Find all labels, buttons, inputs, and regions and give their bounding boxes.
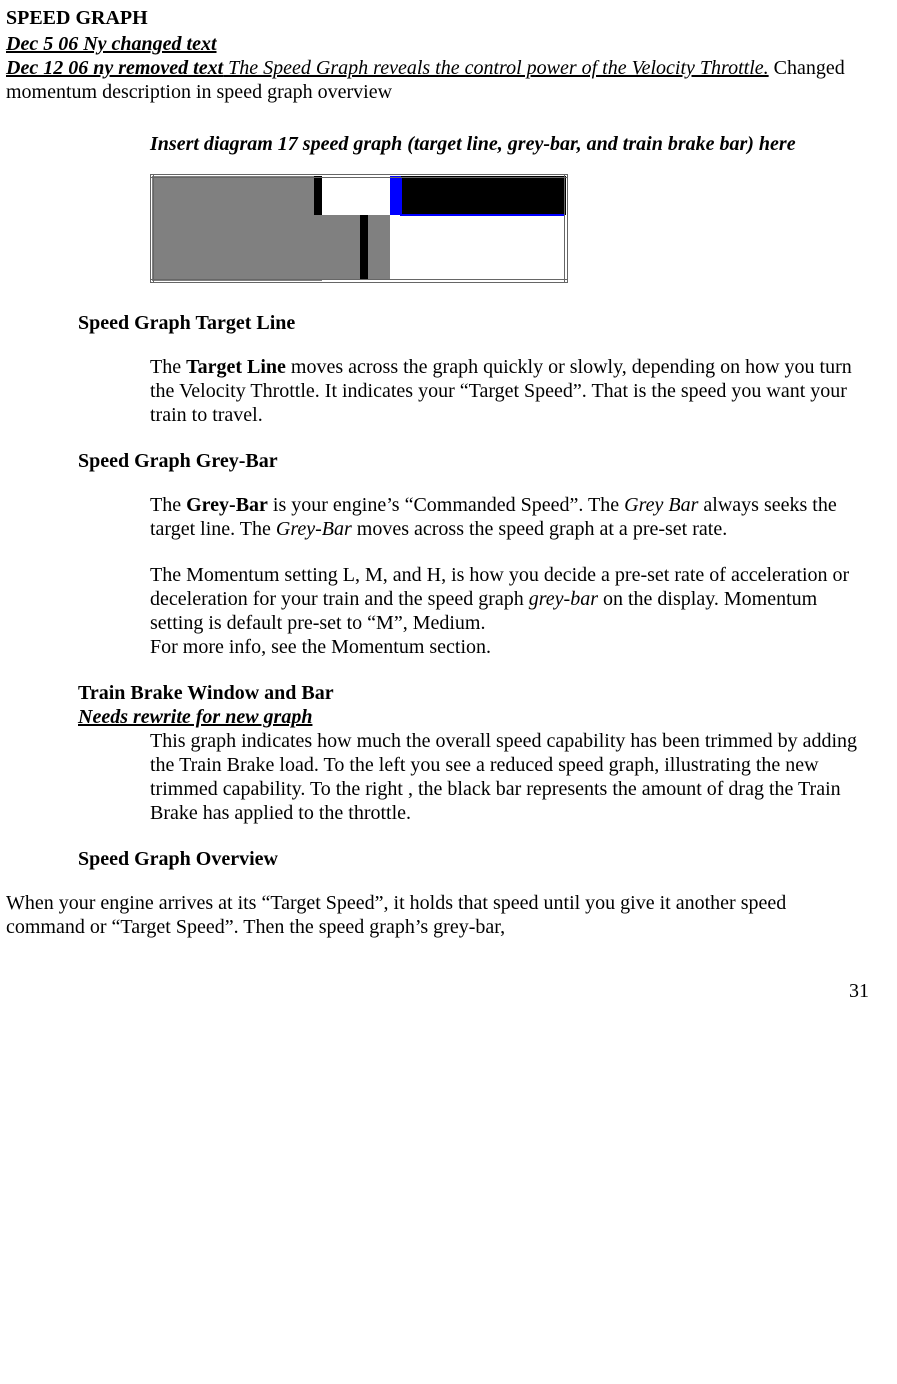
- text: moves across the speed graph at a pre-se…: [352, 518, 727, 540]
- text-italic: Grey Bar: [624, 494, 698, 516]
- text: is your engine’s “Commanded Speed”. The: [268, 494, 624, 516]
- para-target-line: The Target Line moves across the graph q…: [150, 355, 869, 427]
- para-grey-bar-1: The Grey-Bar is your engine’s “Commanded…: [150, 493, 869, 541]
- text: The: [150, 494, 186, 516]
- para-train-brake: This graph indicates how much the overal…: [150, 729, 869, 825]
- text-italic: Grey-Bar: [276, 518, 352, 540]
- diagram-cell: [322, 176, 390, 215]
- rev2-lead: Dec 12 06 ny removed text: [6, 57, 223, 79]
- diagram-cell: [390, 176, 401, 215]
- heading-target-line: Speed Graph Target Line: [78, 311, 869, 335]
- para-overview: When your engine arrives at its “Target …: [6, 891, 866, 939]
- diagram-cell: [401, 176, 566, 215]
- diagram-cell: [152, 176, 314, 215]
- heading-overview: Speed Graph Overview: [78, 847, 869, 871]
- text-bold: Grey-Bar: [186, 494, 268, 516]
- diagram-cell: [390, 215, 566, 281]
- diagram-cell: [322, 215, 390, 281]
- page-title: SPEED GRAPH: [6, 6, 869, 30]
- revision-note-1: Dec 5 06 Ny changed text: [6, 32, 869, 56]
- text-italic: grey-bar: [529, 588, 598, 610]
- speed-graph-table: [150, 174, 568, 283]
- page-number: 31: [6, 979, 869, 1003]
- diagram-cell: [152, 215, 322, 281]
- para-grey-bar-2: The Momentum setting L, M, and H, is how…: [150, 563, 869, 659]
- speed-graph-diagram: [150, 174, 869, 283]
- text-bold: Target Line: [186, 356, 286, 378]
- insert-diagram-note: Insert diagram 17 speed graph (target li…: [150, 132, 830, 156]
- heading-grey-bar: Speed Graph Grey-Bar: [78, 449, 869, 473]
- train-brake-rewrite-note: Needs rewrite for new graph: [78, 705, 869, 729]
- revision-note-2: Dec 12 06 ny removed text The Speed Grap…: [6, 56, 869, 104]
- text: For more info, see the Momentum section.: [150, 636, 491, 658]
- rev2-struck: The Speed Graph reveals the control powe…: [223, 57, 768, 79]
- diagram-cell: [314, 176, 322, 215]
- heading-train-brake: Train Brake Window and Bar: [78, 681, 869, 705]
- text: The: [150, 356, 186, 378]
